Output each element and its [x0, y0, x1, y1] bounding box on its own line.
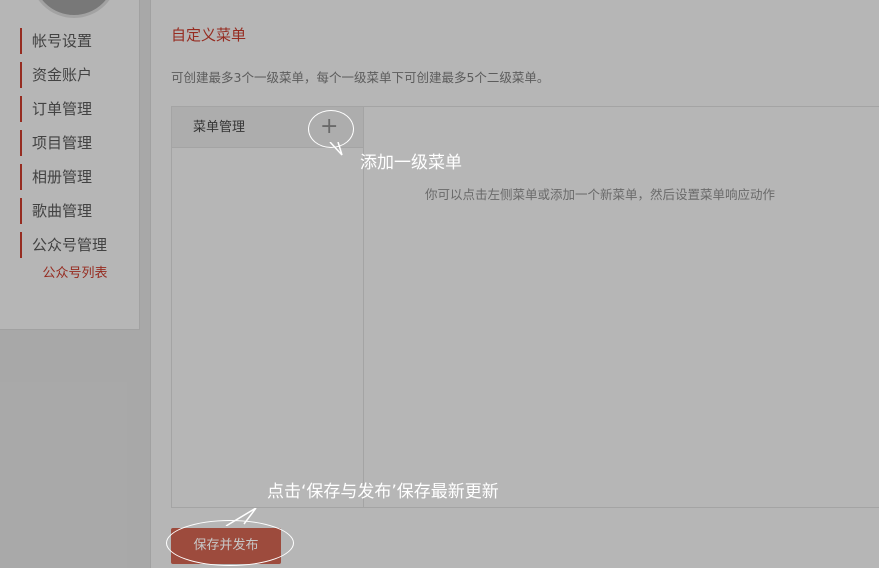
sidebar: 帐号设置 资金账户 订单管理 项目管理 相册管理 歌曲管理 公众号管理 公众号列…: [0, 0, 140, 330]
sidebar-item-label: 订单管理: [32, 100, 93, 118]
avatar[interactable]: [30, 0, 118, 18]
menu-column: 菜单管理 +: [172, 107, 364, 507]
menu-editor: 菜单管理 + 你可以点击左侧菜单或添加一个新菜单，然后设置菜单响应动作: [171, 106, 879, 508]
publish-guide-text: 点击‘保存与发布’保存最新更新: [267, 482, 499, 502]
sidebar-item-label: 公众号管理: [32, 236, 108, 254]
add-menu-guide-tail: [329, 142, 343, 156]
page-title: 自定义菜单: [171, 26, 247, 44]
sidebar-item-projects[interactable]: 项目管理: [20, 130, 130, 156]
sidebar-item-account-settings[interactable]: 帐号设置: [20, 28, 130, 54]
sidebar-item-albums[interactable]: 相册管理: [20, 164, 130, 190]
add-menu-guide-text: 添加一级菜单: [360, 153, 462, 173]
sidebar-item-songs[interactable]: 歌曲管理: [20, 198, 130, 224]
sidebar-item-label: 歌曲管理: [32, 202, 93, 220]
sidebar-item-label: 相册管理: [32, 168, 93, 186]
sidebar-nav: 帐号设置 资金账户 订单管理 项目管理 相册管理 歌曲管理 公众号管理 公众号列…: [20, 28, 130, 284]
publish-guide-bubble: [166, 520, 294, 566]
menu-limit-hint: 可创建最多3个一级菜单，每个一级菜单下可创建最多5个二级菜单。: [171, 70, 550, 85]
main-panel: 自定义菜单 可创建最多3个一级菜单，每个一级菜单下可创建最多5个二级菜单。 菜单…: [150, 0, 879, 568]
sidebar-item-label: 资金账户: [32, 66, 93, 84]
sidebar-item-orders[interactable]: 订单管理: [20, 96, 130, 122]
menu-item-label: 菜单管理: [193, 120, 246, 135]
sidebar-item-label: 项目管理: [32, 134, 93, 152]
sidebar-subitem-account-list[interactable]: 公众号列表: [20, 264, 130, 284]
sidebar-item-funds[interactable]: 资金账户: [20, 62, 130, 88]
sidebar-item-official-accounts[interactable]: 公众号管理: [20, 232, 130, 258]
sidebar-item-label: 帐号设置: [32, 32, 93, 50]
empty-state-tip: 你可以点击左侧菜单或添加一个新菜单，然后设置菜单响应动作: [425, 187, 776, 202]
